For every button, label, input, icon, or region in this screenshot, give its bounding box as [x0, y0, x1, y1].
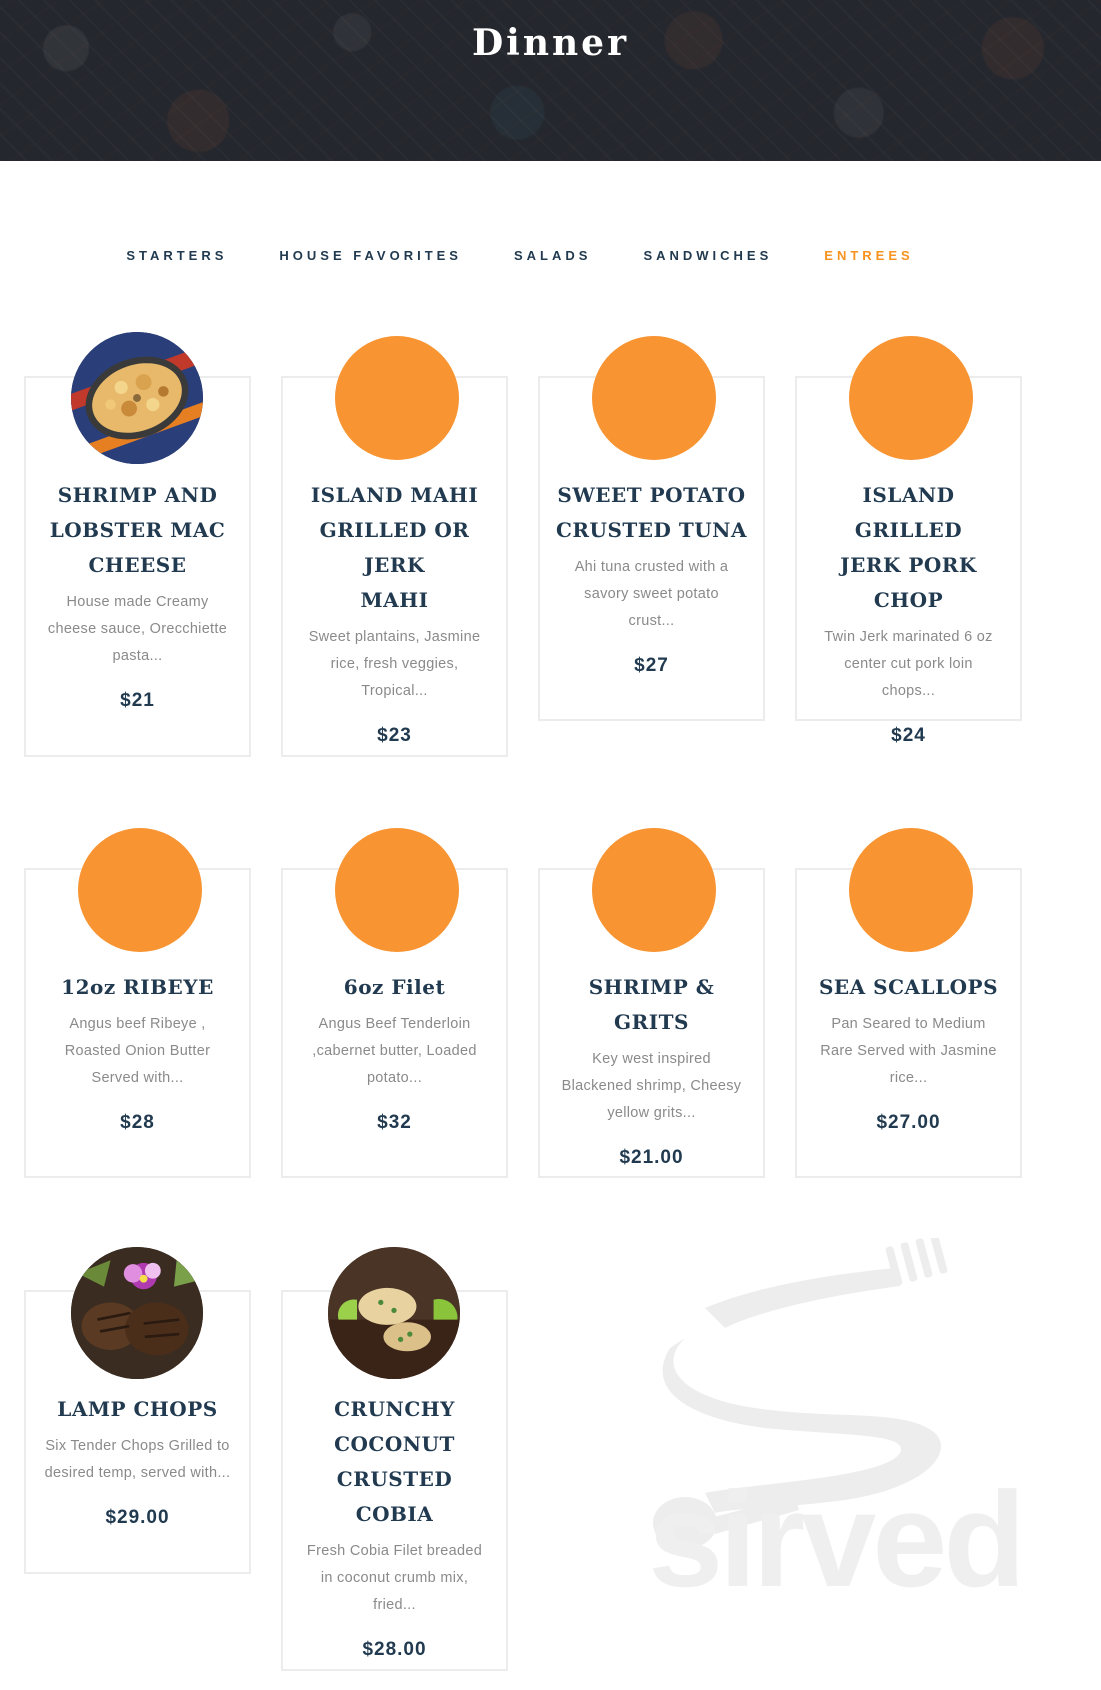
item-title-line: CRUSTED COBIA — [336, 1467, 453, 1526]
item-desc-line: Tropical... — [361, 683, 428, 699]
page-title: Dinner — [471, 22, 630, 64]
item-desc-line: rice... — [889, 1070, 928, 1086]
image-placeholder[interactable] — [592, 336, 716, 460]
item-desc-line: Six Tender Chops Grilled to — [45, 1438, 230, 1454]
image-placeholder[interactable] — [335, 336, 459, 460]
image-placeholder[interactable] — [78, 828, 202, 952]
item-desc-line: Fresh Cobia Filet breaded — [306, 1543, 483, 1559]
item-price: $29.00 — [105, 1507, 170, 1528]
item-price: $27.00 — [876, 1112, 941, 1133]
item-desc-line: House made Creamy — [66, 594, 209, 610]
item-desc-line: desired temp, served with... — [44, 1465, 231, 1481]
mac-cheese-image — [71, 332, 203, 464]
cobia-image — [328, 1247, 460, 1379]
watermark-text: sirved — [648, 1464, 1022, 1608]
item-title-line: SHRIMP AND — [57, 483, 218, 507]
tab-starters[interactable]: STARTERS — [126, 248, 227, 263]
item-desc-line: pasta... — [112, 648, 163, 664]
item-title-line: LOBSTER MAC — [49, 518, 226, 542]
sirved-watermark: sirved — [615, 1234, 1055, 1615]
item-title-line: CHEESE — [88, 553, 187, 577]
item-title-line: CRUSTED TUNA — [556, 518, 747, 542]
item-title-line: CRUNCHY — [334, 1397, 455, 1421]
item-desc-line: Angus beef Ribeye , — [69, 1016, 206, 1032]
item-title-line: 12oz RIBEYE — [61, 975, 214, 999]
item-desc-line: Sweet plantains, Jasmine — [308, 629, 481, 645]
item-desc-line: yellow grits... — [607, 1105, 696, 1121]
image-placeholder[interactable] — [592, 828, 716, 952]
item-title-line: COCONUT — [334, 1432, 455, 1456]
image-placeholder[interactable] — [849, 336, 973, 460]
tab-house-favorites[interactable]: HOUSE FAVORITES — [279, 248, 462, 263]
item-desc-line: Roasted Onion Butter — [64, 1043, 211, 1059]
hero-banner: Dinner — [0, 0, 1101, 161]
item-title-line: MAHI — [360, 588, 429, 612]
item-title-line: JERK PORK CHOP — [840, 553, 977, 612]
item-desc-line: chops... — [881, 683, 936, 699]
item-price: $21.00 — [619, 1147, 684, 1168]
item-title-line: SHRIMP & GRITS — [588, 975, 715, 1034]
item-desc-line: Key west inspired — [592, 1051, 711, 1067]
item-desc-line: Served with... — [91, 1070, 184, 1086]
item-title-line: ISLAND MAHI — [310, 483, 479, 507]
item-desc-line: Ahi tuna crusted with a — [574, 559, 729, 575]
item-desc-line: Pan Seared to Medium — [831, 1016, 986, 1032]
tab-sandwiches[interactable]: SANDWICHES — [643, 248, 772, 263]
item-desc-line: Twin Jerk marinated 6 oz — [824, 629, 993, 645]
mac-cheese-photo[interactable] — [71, 332, 203, 464]
item-price: $23 — [377, 725, 412, 746]
cobia-photo[interactable] — [328, 1247, 460, 1379]
item-price: $21 — [120, 690, 155, 711]
item-price: $28.00 — [362, 1639, 427, 1660]
image-placeholder[interactable] — [849, 828, 973, 952]
item-title-line: GRILLED OR JERK — [319, 518, 470, 577]
item-desc-line: fried... — [373, 1597, 416, 1613]
tab-entrees[interactable]: ENTREES — [824, 248, 913, 263]
item-desc-line: potato... — [366, 1070, 423, 1086]
item-desc-line: ,cabernet butter, Loaded — [312, 1043, 477, 1059]
item-title-line: 6oz Filet — [343, 975, 446, 999]
tab-salads[interactable]: SALADS — [514, 248, 591, 263]
item-desc-line: savory sweet potato — [584, 586, 719, 602]
item-price: $32 — [377, 1112, 412, 1133]
item-desc-line: Angus Beef Tenderloin — [318, 1016, 471, 1032]
item-desc-line: Blackened shrimp, Cheesy — [561, 1078, 742, 1094]
item-price: $28 — [120, 1112, 155, 1133]
item-desc-line: center cut pork loin — [844, 656, 973, 672]
item-price: $27 — [634, 655, 669, 676]
item-desc-line: rice, fresh veggies, — [330, 656, 459, 672]
image-placeholder[interactable] — [335, 828, 459, 952]
item-desc-line: Rare Served with Jasmine — [820, 1043, 997, 1059]
item-title-line: SWEET POTATO — [557, 483, 746, 507]
fork-spoon-s-logo-icon: sirved — [648, 1234, 1026, 1615]
item-desc-line: crust... — [628, 613, 675, 629]
item-desc-line: in coconut crumb mix, — [320, 1570, 469, 1586]
lamb-chops-image — [71, 1247, 203, 1379]
lamb-chops-photo[interactable] — [71, 1247, 203, 1379]
item-title-line: ISLAND GRILLED — [854, 483, 963, 542]
item-title-line: LAMP CHOPS — [57, 1397, 218, 1421]
item-desc-line: cheese sauce, Orecchiette — [47, 621, 228, 637]
menu-category-tabs: STARTERS HOUSE FAVORITES SALADS SANDWICH… — [0, 248, 1040, 263]
item-price: $24 — [891, 725, 926, 746]
item-title-line: SEA SCALLOPS — [818, 975, 999, 999]
